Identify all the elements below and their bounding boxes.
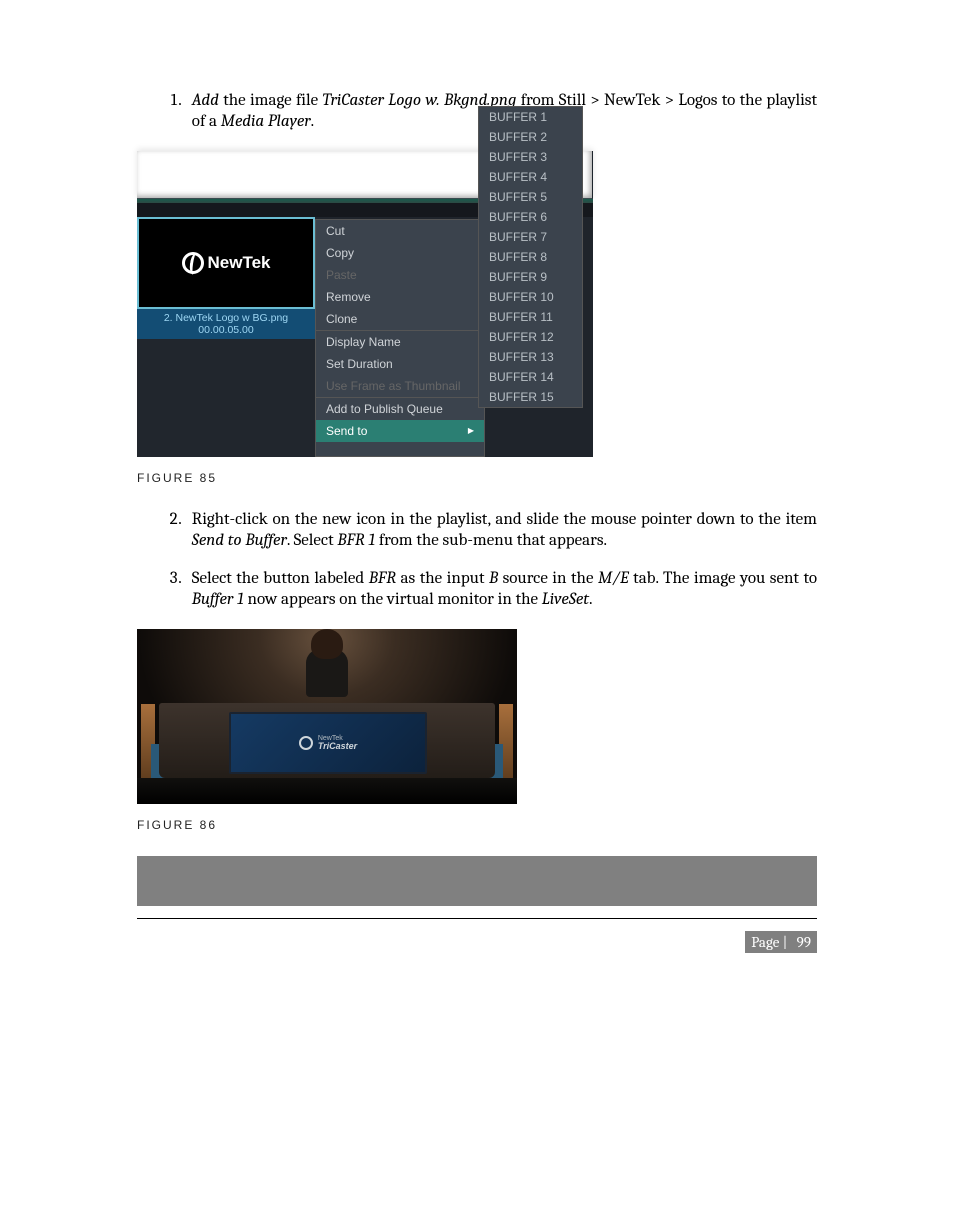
submenu-buffer-4[interactable]: BUFFER 4 xyxy=(479,167,582,187)
step1-end: . xyxy=(311,112,315,131)
submenu-buffer-14[interactable]: BUFFER 14 xyxy=(479,367,582,387)
step2-t3: from the sub-menu that appears. xyxy=(375,531,607,550)
submenu-buffer-2[interactable]: BUFFER 2 xyxy=(479,127,582,147)
submenu-buffer-9[interactable]: BUFFER 9 xyxy=(479,267,582,287)
step3-i2: B xyxy=(489,569,498,588)
step3-t2: as the input xyxy=(396,569,489,588)
menu-set-duration[interactable]: Set Duration xyxy=(316,353,484,375)
step3-i5: LiveSet xyxy=(542,590,589,609)
submenu-buffer-8[interactable]: BUFFER 8 xyxy=(479,247,582,267)
figure-86-screenshot: NewTek TriCaster xyxy=(137,629,517,804)
fig86-presenter xyxy=(303,631,351,699)
submenu-buffer-1[interactable]: BUFFER 1 xyxy=(479,107,582,127)
thumbnail-footer: 2. NewTek Logo w BG.png 00.00.05.00 xyxy=(137,309,315,339)
thumbnail-filename: 2. NewTek Logo w BG.png xyxy=(137,312,315,324)
page-number: Page | 99 xyxy=(137,933,817,951)
submenu-buffer-11[interactable]: BUFFER 11 xyxy=(479,307,582,327)
playlist-thumbnail[interactable]: NewTek 2. NewTek Logo w BG.png 00.00.05.… xyxy=(137,217,315,457)
step2-t2: . Select xyxy=(287,531,337,550)
fig86-monitor-logo: NewTek TriCaster xyxy=(299,735,357,751)
thumbnail-duration: 00.00.05.00 xyxy=(137,324,315,336)
step-3: Select the button labeled BFR as the inp… xyxy=(185,568,817,611)
step-2: Right-click on the new icon in the playl… xyxy=(185,509,817,552)
menu-copy[interactable]: Copy xyxy=(316,242,484,264)
step2-i2: BFR 1 xyxy=(337,531,375,550)
submenu-buffer-10[interactable]: BUFFER 10 xyxy=(479,287,582,307)
grey-block xyxy=(137,856,817,906)
menu-use-frame: Use Frame as Thumbnail xyxy=(316,375,484,397)
step1-mid1: the image file xyxy=(219,91,323,110)
thumbnail-image: NewTek xyxy=(137,217,315,309)
newtek-logo-icon xyxy=(182,252,204,274)
page-num: 99 xyxy=(797,931,817,953)
step3-t1: Select the button labeled xyxy=(192,569,369,588)
submenu-buffer-13[interactable]: BUFFER 13 xyxy=(479,347,582,367)
page-content: Add the image file TriCaster Logo w. Bkg… xyxy=(67,0,887,991)
figure-85-caption: FIGURE 85 xyxy=(137,471,817,485)
tricaster-logo-icon xyxy=(299,736,313,750)
menu-cut[interactable]: Cut xyxy=(316,220,484,242)
fig86-logo-bottom: TriCaster xyxy=(318,742,357,751)
step3-t5: now appears on the virtual monitor in th… xyxy=(244,590,542,609)
menu-remove[interactable]: Remove xyxy=(316,286,484,308)
page-label: Page | xyxy=(745,931,796,953)
menu-add-publish[interactable]: Add to Publish Queue xyxy=(316,398,484,420)
submenu-buffer-5[interactable]: BUFFER 5 xyxy=(479,187,582,207)
submenu-buffer-12[interactable]: BUFFER 12 xyxy=(479,327,582,347)
fig86-virtual-monitor: NewTek TriCaster xyxy=(229,712,427,774)
menu-clone[interactable]: Clone xyxy=(316,308,484,330)
submenu-buffer-7[interactable]: BUFFER 7 xyxy=(479,227,582,247)
submenu-arrow-icon: ▶ xyxy=(468,426,474,435)
step3-i1: BFR xyxy=(369,569,396,588)
menu-paste: Paste xyxy=(316,264,484,286)
figure-86-caption: FIGURE 86 xyxy=(137,818,817,832)
step3-i4: Buffer 1 xyxy=(192,590,244,609)
step1-mp: Media Player xyxy=(221,112,311,131)
buffer-submenu: BUFFER 1 BUFFER 2 BUFFER 3 BUFFER 4 BUFF… xyxy=(478,106,583,408)
newtek-logo-label: NewTek xyxy=(208,253,271,273)
figure-85-screenshot: NewTek 2. NewTek Logo w BG.png 00.00.05.… xyxy=(137,151,593,457)
step2-i1: Send to Buffer xyxy=(192,531,287,550)
step3-t6: . xyxy=(589,590,593,609)
submenu-buffer-3[interactable]: BUFFER 3 xyxy=(479,147,582,167)
step3-t4: tab. The image you sent to xyxy=(629,569,817,588)
footer-rule xyxy=(137,918,817,919)
submenu-buffer-15[interactable]: BUFFER 15 xyxy=(479,387,582,407)
menu-display-name[interactable]: Display Name xyxy=(316,331,484,353)
fig86-desk-shadow xyxy=(137,778,517,804)
newtek-logo: NewTek xyxy=(182,252,271,274)
menu-send-to[interactable]: Send to ▶ xyxy=(316,420,484,442)
step1-add: Add xyxy=(192,91,219,110)
context-menu: Cut Copy Paste Remove Clone Display Name… xyxy=(315,219,485,457)
thumb-below-area xyxy=(137,339,315,457)
submenu-buffer-6[interactable]: BUFFER 6 xyxy=(479,207,582,227)
step3-i3: M/E xyxy=(598,569,629,588)
menu-send-to-label: Send to xyxy=(326,424,367,438)
step3-t3: source in the xyxy=(498,569,598,588)
step2-t1: Right-click on the new icon in the playl… xyxy=(192,510,817,529)
